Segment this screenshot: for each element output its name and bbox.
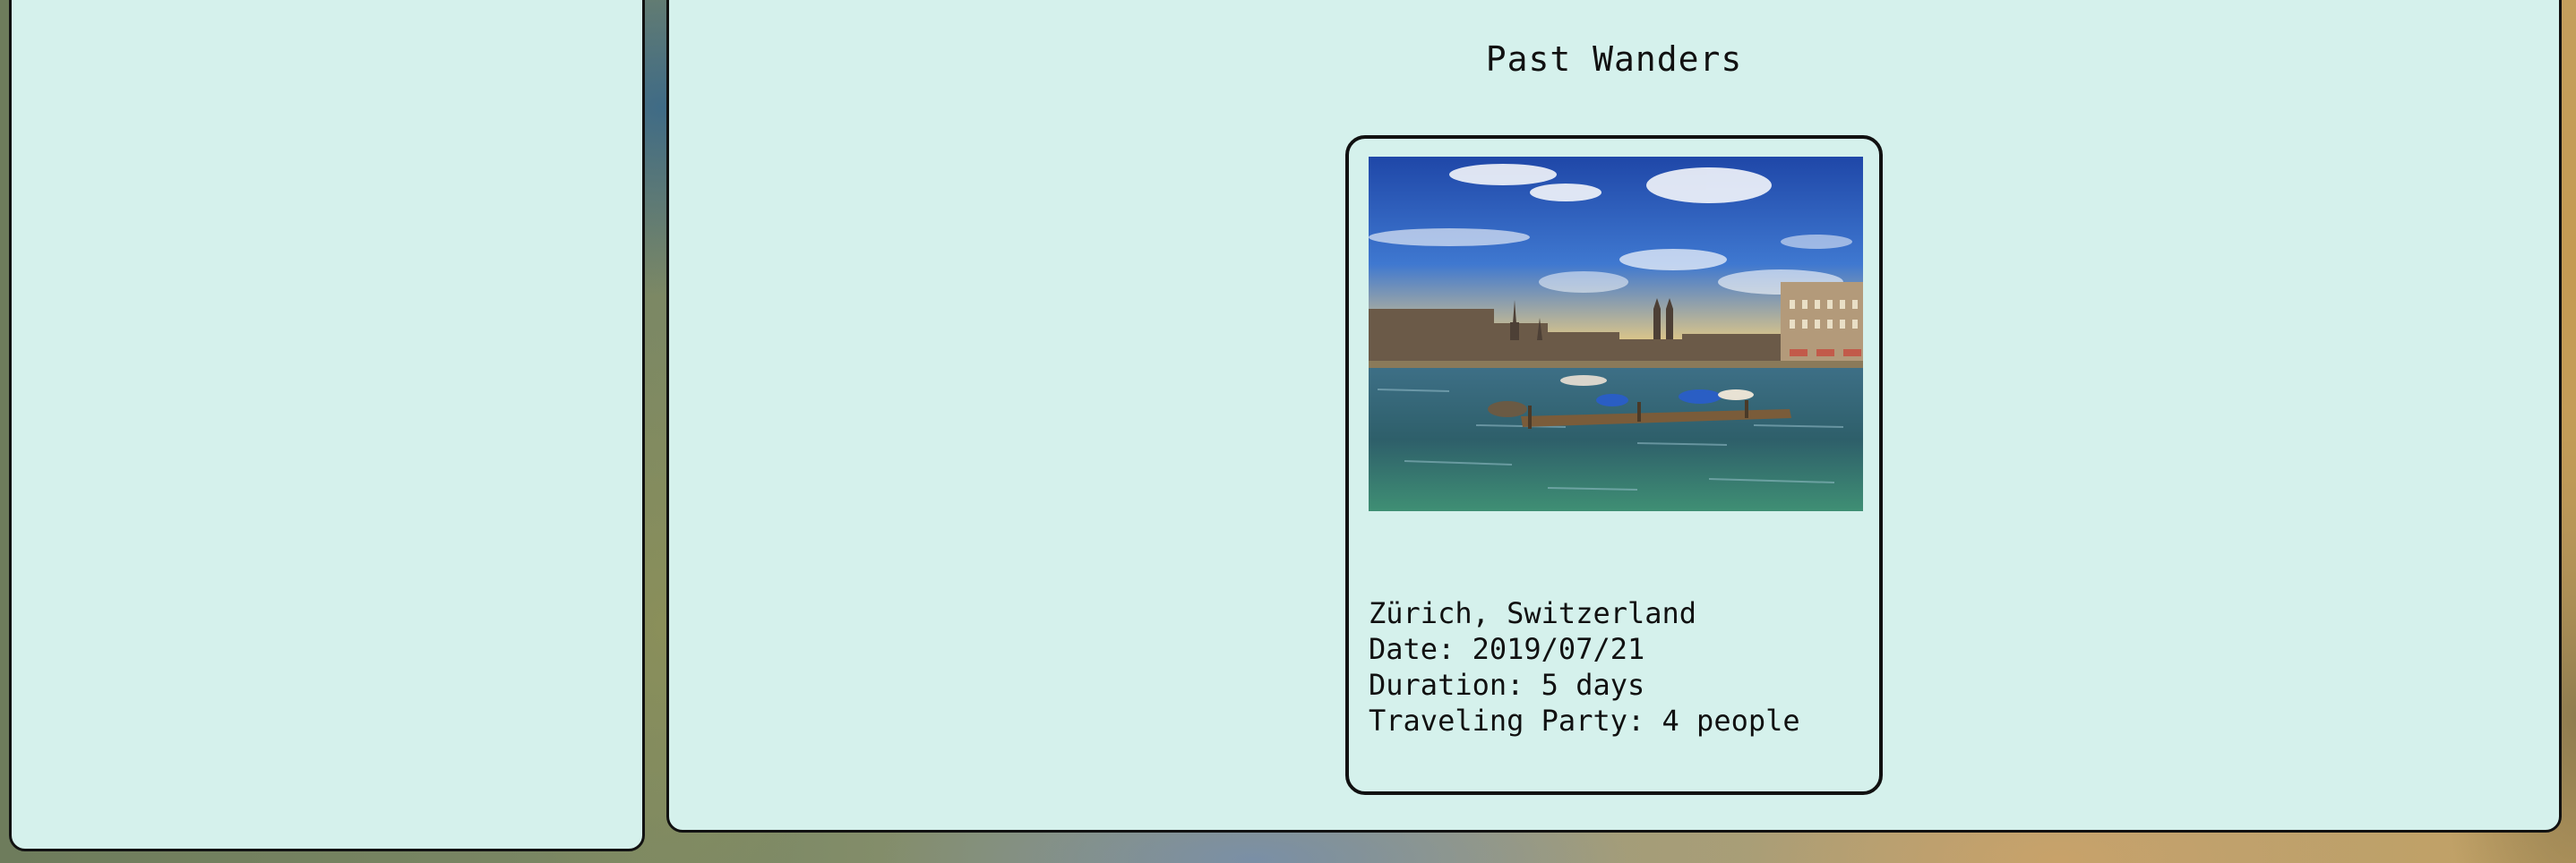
trip-card[interactable]: Zürich, Switzerland Date: 2019/07/21 Dur…	[1345, 135, 1883, 795]
trip-details: Zürich, Switzerland Date: 2019/07/21 Dur…	[1369, 595, 1800, 739]
trip-party: Traveling Party: 4 people	[1369, 704, 1800, 738]
trip-location: Zürich, Switzerland	[1369, 596, 1697, 630]
trip-date: Date: 2019/07/21	[1369, 632, 1645, 666]
sidebar-panel	[9, 0, 645, 851]
trip-photo	[1369, 157, 1863, 511]
trip-duration: Duration: 5 days	[1369, 668, 1645, 702]
page-title: Past Wanders	[1485, 39, 1743, 79]
